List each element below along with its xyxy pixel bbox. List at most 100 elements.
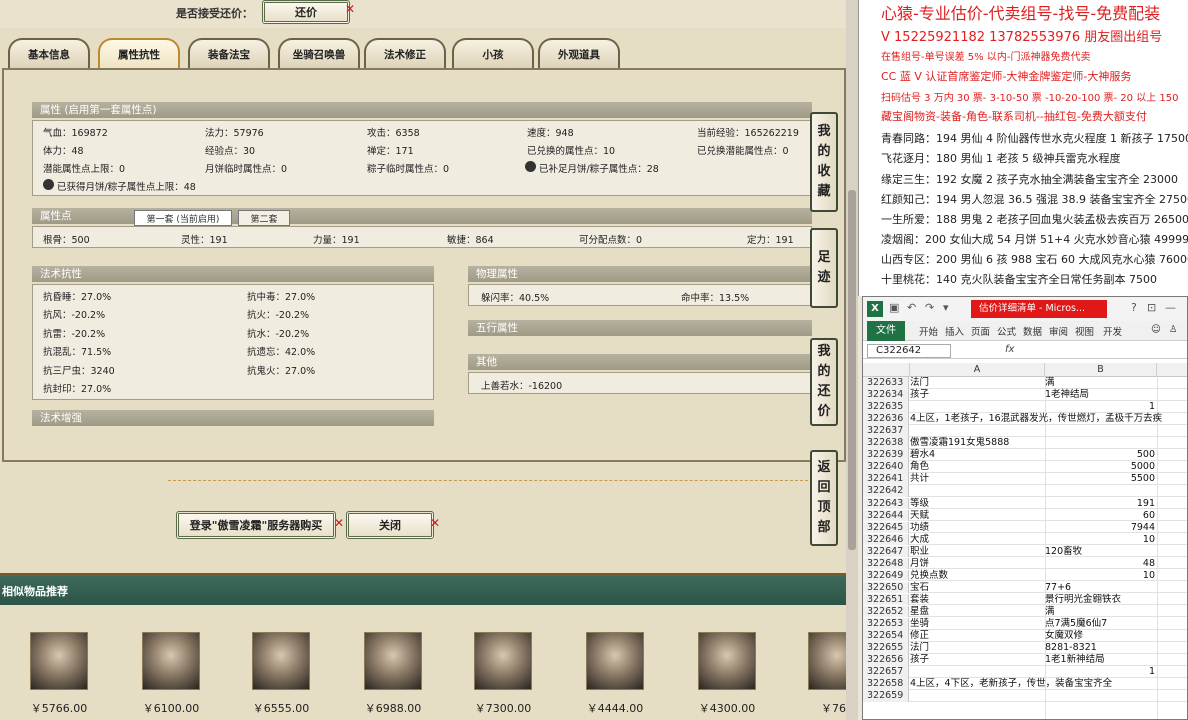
- cell-b[interactable]: 77+6: [1045, 582, 1155, 593]
- row-number[interactable]: 322647: [863, 545, 909, 558]
- tab-7[interactable]: 外观道具: [538, 38, 620, 68]
- minimize-icon[interactable]: —: [1165, 301, 1176, 314]
- row-number[interactable]: 322641: [863, 473, 909, 485]
- row-number[interactable]: 322639: [863, 449, 909, 461]
- row-number[interactable]: 322645: [863, 521, 909, 534]
- character-avatar[interactable]: [142, 632, 200, 690]
- similar-item[interactable]: ￥4444.00: [572, 632, 658, 716]
- character-avatar[interactable]: [30, 632, 88, 690]
- ribbon-tab[interactable]: 页面: [971, 324, 990, 338]
- close-button[interactable]: 关闭: [346, 511, 434, 539]
- counter-offer-button[interactable]: 还价: [262, 0, 350, 24]
- cell-b[interactable]: 5000: [1045, 461, 1155, 472]
- character-avatar[interactable]: [586, 632, 644, 690]
- row-number[interactable]: 322651: [863, 593, 909, 606]
- cell-a[interactable]: 星盘: [910, 606, 929, 617]
- tab-3[interactable]: 装备法宝: [188, 38, 270, 68]
- ribbon-tab[interactable]: 审阅: [1049, 324, 1068, 338]
- cell-b[interactable]: 点7满5魔6仙7: [1045, 618, 1155, 629]
- side-button-3[interactable]: 我的还价: [810, 338, 838, 426]
- scrollbar-thumb[interactable]: [848, 190, 856, 550]
- cell-a[interactable]: 4上区，1老孩子，16混武器发光，传世燃灯，孟极千万去疾: [910, 413, 1162, 424]
- row-number[interactable]: 322656: [863, 654, 909, 666]
- tab-4[interactable]: 坐骑召唤兽: [278, 38, 360, 68]
- similar-item[interactable]: ￥5766.00: [16, 632, 102, 716]
- points-tab-1[interactable]: 第一套 (当前启用): [134, 210, 232, 226]
- cell-b[interactable]: 191: [1045, 498, 1155, 509]
- character-avatar[interactable]: [474, 632, 532, 690]
- cell-a[interactable]: 孩子: [910, 389, 929, 400]
- help-icon[interactable]: [43, 179, 54, 190]
- row-number[interactable]: 322643: [863, 497, 909, 509]
- row-number[interactable]: 322649: [863, 569, 909, 582]
- row-number[interactable]: 322635: [863, 401, 909, 413]
- row-number[interactable]: 322634: [863, 389, 909, 401]
- cell-a[interactable]: 大成: [910, 534, 929, 545]
- similar-item[interactable]: ￥4300.00: [684, 632, 770, 716]
- cell-a[interactable]: 傲雪凌霜191女鬼5888: [910, 437, 1009, 448]
- ribbon-display-icon[interactable]: ⊡: [1147, 301, 1156, 314]
- cell-b[interactable]: 60: [1045, 510, 1155, 521]
- ribbon-tab[interactable]: 公式: [997, 324, 1016, 338]
- function-icon[interactable]: fx: [1005, 344, 1014, 355]
- side-button-1[interactable]: 我的收藏: [810, 112, 838, 212]
- row-number[interactable]: 322644: [863, 509, 909, 522]
- row-number[interactable]: 322658: [863, 678, 909, 690]
- select-all-corner[interactable]: [863, 363, 910, 377]
- cell-a[interactable]: 坐骑: [910, 618, 929, 629]
- cell-b[interactable]: 1老1新神结局: [1045, 654, 1155, 665]
- side-button-4[interactable]: 返回顶部: [810, 450, 838, 546]
- name-box[interactable]: C322642: [867, 344, 951, 358]
- cell-b[interactable]: 5500: [1045, 473, 1155, 484]
- cell-b[interactable]: 1老神结局: [1045, 389, 1155, 400]
- tab-1[interactable]: 基本信息: [8, 38, 90, 68]
- column-header-b[interactable]: B: [1045, 363, 1157, 377]
- undo-icon[interactable]: ↶: [907, 301, 916, 314]
- ribbon-tab[interactable]: 插入: [945, 324, 964, 338]
- cell-b[interactable]: 满: [1045, 377, 1155, 388]
- cell-a[interactable]: 兑换点数: [910, 570, 948, 581]
- points-tab-2[interactable]: 第二套: [238, 210, 290, 226]
- ribbon-tab[interactable]: 开始: [919, 324, 938, 338]
- cell-a[interactable]: 共计: [910, 473, 929, 484]
- cell-a[interactable]: 修正: [910, 630, 929, 641]
- tab-5[interactable]: 法术修正: [364, 38, 446, 68]
- cell-a[interactable]: 孩子: [910, 654, 929, 665]
- side-button-2[interactable]: 足迹: [810, 228, 838, 308]
- tab-6[interactable]: 小孩: [452, 38, 534, 68]
- row-number[interactable]: 322636: [863, 413, 909, 425]
- cell-a[interactable]: 角色: [910, 461, 929, 472]
- cell-b[interactable]: 500: [1045, 449, 1155, 460]
- cell-a[interactable]: 套装: [910, 594, 929, 605]
- redo-icon[interactable]: ↷: [925, 301, 934, 314]
- save-icon[interactable]: ▣: [889, 301, 899, 314]
- row-number[interactable]: 322642: [863, 485, 909, 497]
- similar-item[interactable]: ￥6555.00: [238, 632, 324, 716]
- cell-a[interactable]: 职业: [910, 546, 929, 557]
- row-number[interactable]: 322653: [863, 618, 909, 630]
- cell-b[interactable]: 8281-8321: [1045, 642, 1155, 653]
- cell-a[interactable]: 法门: [910, 377, 929, 388]
- cell-a[interactable]: 4上区，4下区，老新孩子，传世，装备宝宝齐全: [910, 678, 1112, 689]
- row-number[interactable]: 322640: [863, 461, 909, 473]
- row-number[interactable]: 322652: [863, 605, 909, 618]
- column-header-a[interactable]: A: [910, 363, 1045, 377]
- tab-2[interactable]: 属性抗性: [98, 38, 180, 68]
- page-scrollbar[interactable]: [846, 0, 858, 720]
- row-number[interactable]: 322650: [863, 581, 909, 594]
- row-number[interactable]: 322657: [863, 666, 909, 678]
- ribbon-tab[interactable]: 视图: [1075, 324, 1094, 338]
- cell-b[interactable]: 120畜牧: [1045, 546, 1155, 557]
- character-avatar[interactable]: [364, 632, 422, 690]
- row-number[interactable]: 322655: [863, 642, 909, 654]
- row-number[interactable]: 322646: [863, 533, 909, 546]
- cell-a[interactable]: 等级: [910, 498, 929, 509]
- login-server-buy-button[interactable]: 登录"傲雪凌霜"服务器购买: [176, 511, 336, 539]
- row-number[interactable]: 322654: [863, 630, 909, 642]
- cell-a[interactable]: 法门: [910, 642, 929, 653]
- similar-item[interactable]: ￥6100.00: [128, 632, 214, 716]
- row-number[interactable]: 322638: [863, 437, 909, 449]
- smiley-icon[interactable]: ☺: [1151, 324, 1161, 335]
- cell-a[interactable]: 月饼: [910, 558, 929, 569]
- cell-b[interactable]: 景行明光金翱铁衣: [1045, 594, 1155, 605]
